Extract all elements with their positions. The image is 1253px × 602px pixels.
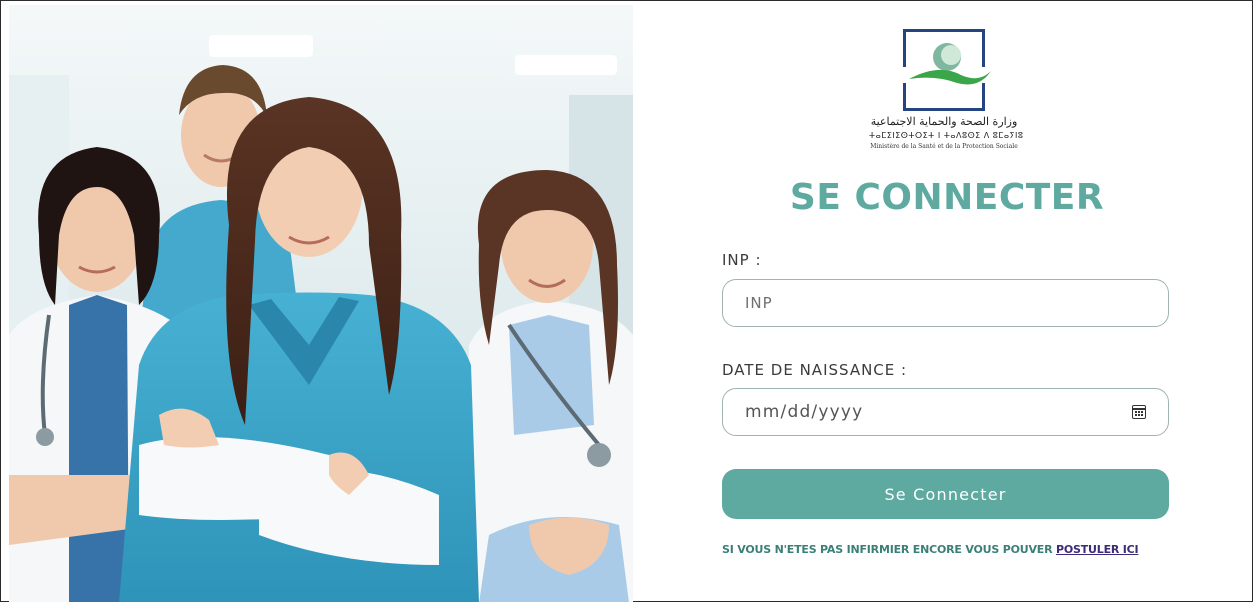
dob-input[interactable]: mm/dd/yyyy bbox=[745, 402, 863, 422]
logo-french-name: Ministère de la Santé et de la Protectio… bbox=[870, 143, 1018, 150]
dob-label: DATE DE NAISSANCE : bbox=[722, 361, 908, 379]
page-title: SE CONNECTER bbox=[789, 177, 1105, 218]
login-panel: وزارة الصحة والحماية الاجتماعية ⵜⴰⵎⵉⵏⵉⵙⵜ… bbox=[641, 5, 1253, 601]
nurses-illustration bbox=[9, 5, 633, 602]
inp-label: INP : bbox=[722, 251, 762, 269]
logo-tifinagh-name: ⵜⴰⵎⵉⵏⵉⵙⵜⵔⵉⵜ ⵏ ⵜⴰⴷⵓⵙⵉ ⴷ ⵓⵎⴰⵢⵏⵓ bbox=[869, 131, 1024, 140]
inp-field[interactable] bbox=[722, 279, 1169, 327]
calendar-icon[interactable] bbox=[1132, 405, 1146, 419]
nurses-photo bbox=[9, 5, 633, 602]
login-button[interactable]: Se Connecter bbox=[722, 469, 1169, 519]
ministry-logo: وزارة الصحة والحماية الاجتماعية ⵜⴰⵎⵉⵏⵉⵙⵜ… bbox=[869, 27, 1024, 155]
logo-emblem-icon bbox=[909, 43, 991, 85]
page-frame: وزارة الصحة والحماية الاجتماعية ⵜⴰⵎⵉⵏⵉⵙⵜ… bbox=[0, 0, 1253, 602]
inp-input[interactable] bbox=[723, 280, 1168, 326]
postuler-link[interactable]: POSTULER ICI bbox=[1056, 543, 1139, 556]
logo-arabic-name: وزارة الصحة والحماية الاجتماعية bbox=[870, 115, 1018, 128]
signup-prompt: SI VOUS N'ETES PAS INFIRMIER ENCORE VOUS… bbox=[722, 543, 1182, 556]
signup-text: SI VOUS N'ETES PAS INFIRMIER ENCORE VOUS… bbox=[722, 543, 1056, 556]
dob-field[interactable]: mm/dd/yyyy bbox=[722, 388, 1169, 436]
